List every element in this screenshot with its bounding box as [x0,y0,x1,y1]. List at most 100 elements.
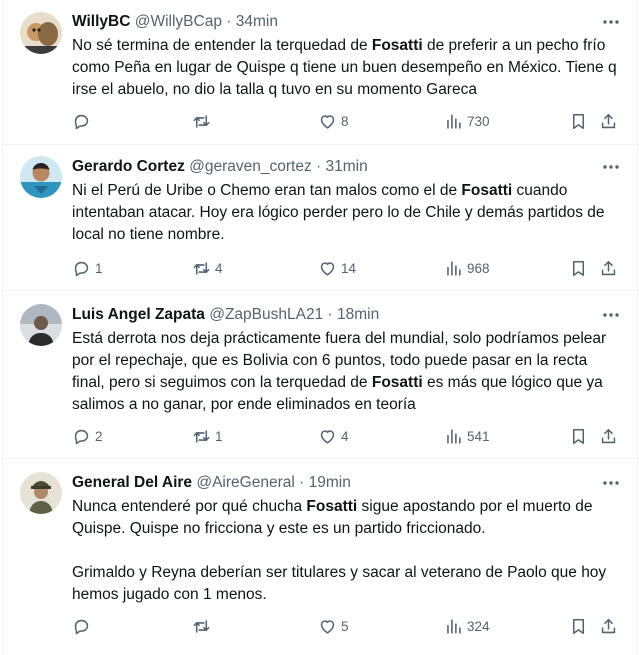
avatar[interactable] [20,472,62,514]
share-icon [599,112,618,131]
highlighted-keyword: Fosatti [371,374,423,391]
share-button[interactable] [599,615,618,637]
action-bar: 1 4 14 968 [72,257,624,279]
action-bar: 2 1 4 541 [72,425,624,447]
views-button[interactable]: 541 [444,425,490,447]
avatar[interactable] [20,304,62,346]
view-count: 968 [467,260,490,276]
display-name[interactable]: General Del Aire [72,474,192,491]
tweet-card[interactable]: Gerardo Cortez @geraven_cortez · 31min N… [3,145,639,291]
like-count: 8 [341,113,349,129]
bar-chart-icon [444,427,463,446]
heart-icon [318,427,337,446]
tweet-text: Está derrota nos deja prácticamente fuer… [72,328,624,416]
bookmark-button[interactable] [569,257,588,279]
user-handle[interactable]: @AireGeneral [196,474,294,491]
like-count: 14 [341,260,357,276]
bar-chart-icon [444,112,463,131]
reply-button[interactable]: 1 [72,257,103,279]
reply-button[interactable] [72,615,95,637]
share-button[interactable] [599,257,618,279]
more-options-icon[interactable] [601,157,621,177]
more-options-icon[interactable] [601,473,621,493]
highlighted-keyword: Fosatti [461,182,513,199]
retweet-button[interactable]: 4 [192,257,223,279]
tweet-header: Gerardo Cortez @geraven_cortez · 31min [72,157,368,177]
share-button[interactable] [599,110,618,132]
retweet-count: 4 [215,260,223,276]
timestamp[interactable]: 31min [326,158,368,175]
user-handle[interactable]: @geraven_cortez [189,158,312,175]
tweet-card[interactable]: WillyBC @WillyBCap · 34min No sé termina… [3,0,639,145]
reply-icon [72,112,91,131]
tweet-text: No sé termina de entender la terquedad d… [72,35,624,101]
tweet-header: Luis Angel Zapata @ZapBushLA21 · 18min [72,305,379,325]
retweet-button[interactable] [192,615,215,637]
reply-icon [72,427,91,446]
share-icon [599,427,618,446]
reply-icon [72,617,91,636]
like-count: 4 [341,428,349,444]
heart-icon [318,617,337,636]
bookmark-button[interactable] [569,425,588,447]
views-button[interactable]: 324 [444,615,490,637]
bar-chart-icon [444,617,463,636]
bookmark-icon [569,427,588,446]
timestamp[interactable]: 34min [236,13,278,30]
heart-icon [318,112,337,131]
retweet-count: 1 [215,428,223,444]
like-button[interactable]: 4 [318,425,349,447]
display-name[interactable]: WillyBC [72,13,130,30]
separator-dot: · [311,158,326,175]
display-name[interactable]: Luis Angel Zapata [72,306,205,323]
reply-button[interactable]: 2 [72,425,103,447]
display-name[interactable]: Gerardo Cortez [72,158,185,175]
bookmark-icon [569,617,588,636]
retweet-icon [192,259,211,278]
view-count: 324 [467,618,490,634]
reply-button[interactable] [72,110,95,132]
like-count: 5 [341,618,349,634]
retweet-icon [192,617,211,636]
highlighted-keyword: Fosatti [371,37,423,54]
more-options-icon[interactable] [601,305,621,325]
tweet-header: General Del Aire @AireGeneral · 19min [72,473,351,493]
tweet-text-segment: Nunca entenderé por qué chucha [72,498,307,515]
timeline: WillyBC @WillyBCap · 34min No sé termina… [2,0,639,655]
view-count: 730 [467,113,490,129]
retweet-icon [192,112,211,131]
retweet-button[interactable]: 1 [192,425,223,447]
bookmark-button[interactable] [569,615,588,637]
tweet-text: Ni el Perú de Uribe o Chemo eran tan mal… [72,180,624,246]
timestamp[interactable]: 19min [309,474,351,491]
user-handle[interactable]: @ZapBushLA21 [209,306,323,323]
bookmark-icon [569,112,588,131]
bookmark-icon [569,259,588,278]
user-handle[interactable]: @WillyBCap [135,13,222,30]
tweet-card[interactable]: Luis Angel Zapata @ZapBushLA21 · 18min E… [3,291,639,459]
tweet-header: WillyBC @WillyBCap · 34min [72,12,278,32]
more-options-icon[interactable] [601,12,621,32]
action-bar: 8 730 [72,110,624,132]
like-button[interactable]: 8 [318,110,349,132]
timestamp[interactable]: 18min [337,306,379,323]
views-button[interactable]: 968 [444,257,490,279]
retweet-icon [192,427,211,446]
avatar[interactable] [20,12,62,54]
bookmark-button[interactable] [569,110,588,132]
views-button[interactable]: 730 [444,110,490,132]
avatar[interactable] [20,156,62,198]
action-bar: 5 324 [72,615,624,637]
tweet-text: Nunca entenderé por qué chucha Fosatti s… [72,496,624,606]
like-button[interactable]: 5 [318,615,349,637]
share-button[interactable] [599,425,618,447]
reply-count: 2 [95,428,103,444]
share-icon [599,259,618,278]
retweet-button[interactable] [192,110,215,132]
tweet-card[interactable]: General Del Aire @AireGeneral · 19min Nu… [3,459,639,655]
separator-dot: · [323,306,337,323]
view-count: 541 [467,428,490,444]
like-button[interactable]: 14 [318,257,356,279]
separator-dot: · [221,13,236,30]
highlighted-keyword: Fosatti [306,498,358,515]
